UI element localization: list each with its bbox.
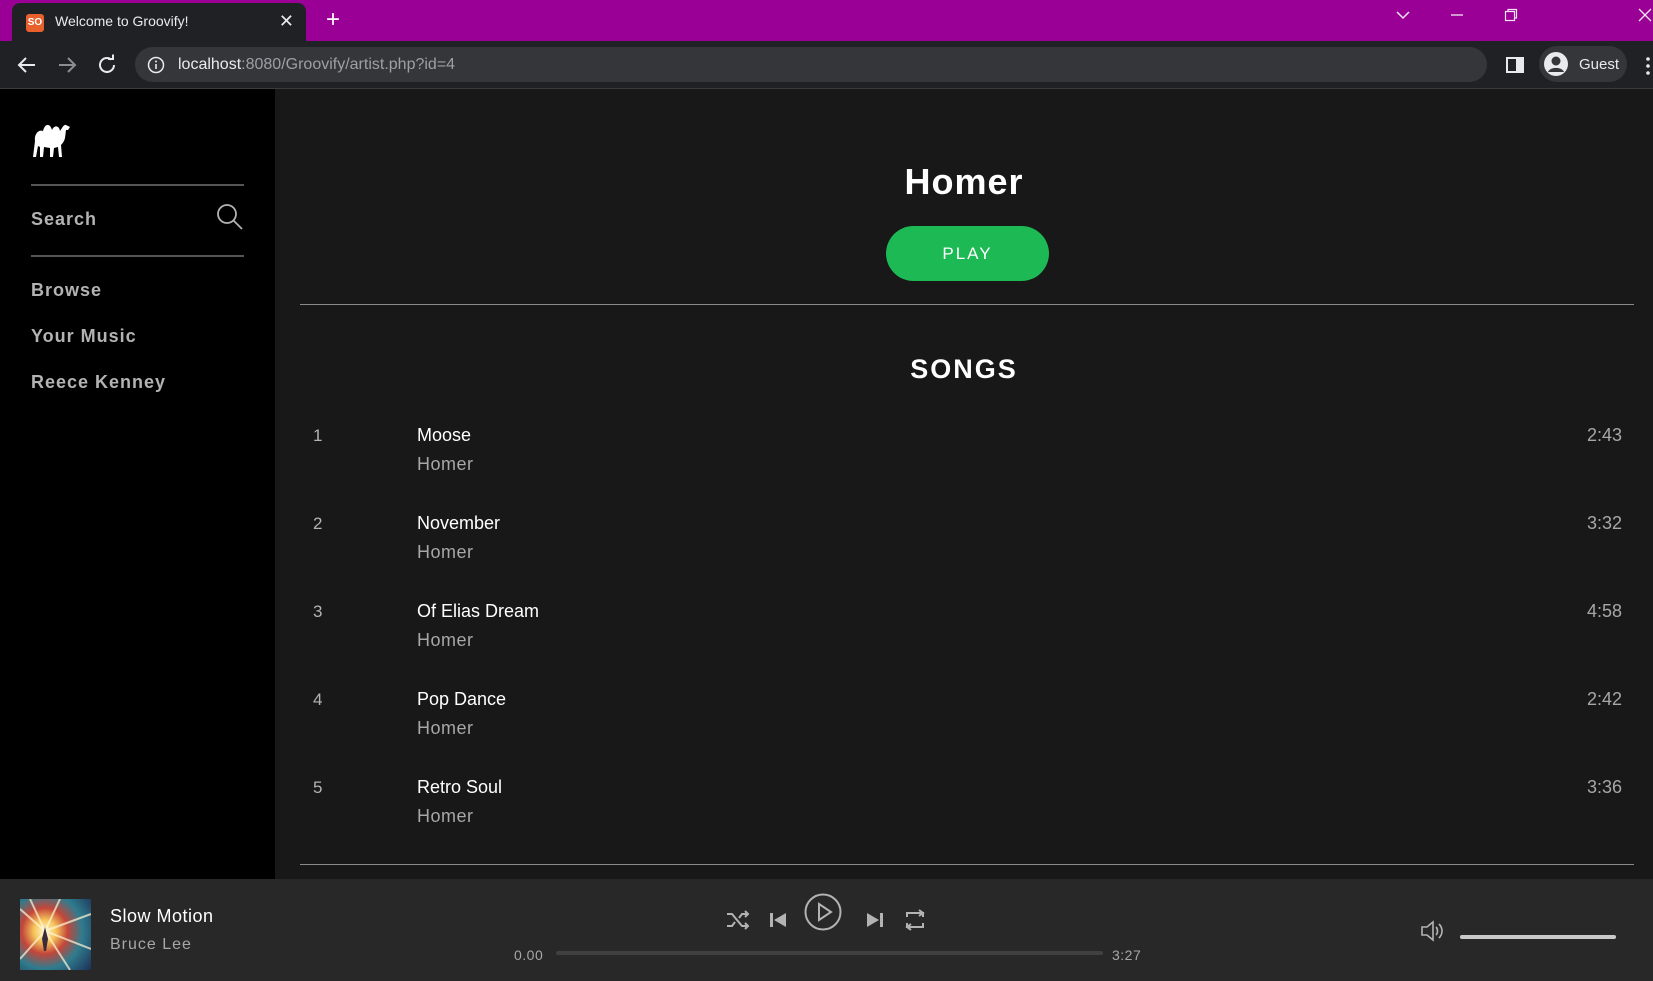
track-title[interactable]: Retro Soul <box>417 777 502 798</box>
track-number: 5 <box>313 778 323 797</box>
back-arrow-icon[interactable] <box>15 53 39 77</box>
browser-toolbar: localhost:8080/Groovify/artist.php?id=4 … <box>0 41 1653 89</box>
profile-button[interactable]: Guest <box>1539 46 1627 82</box>
track-artist: Homer <box>417 718 474 738</box>
reload-icon[interactable] <box>95 53 119 77</box>
sidebar-item-your-music[interactable]: Your Music <box>31 326 137 347</box>
section-divider <box>300 304 1634 305</box>
album-artwork[interactable] <box>20 899 91 970</box>
artist-name: Homer <box>904 161 1024 202</box>
track-row[interactable]: 5 Retro Soul Homer 3:36 <box>300 774 1634 850</box>
close-window-icon[interactable] <box>1636 6 1653 29</box>
track-duration: 2:42 <box>1586 689 1622 709</box>
url-host: localhost <box>178 56 242 73</box>
now-playing-artist[interactable]: Bruce Lee <box>110 936 192 954</box>
play-artist-button[interactable]: PLAY <box>886 226 1049 281</box>
track-number: 1 <box>313 426 323 445</box>
track-title[interactable]: November <box>417 513 500 534</box>
browser-titlebar: SO Welcome to Groovify! ✕ + <box>0 0 1653 41</box>
now-playing-bar: Slow Motion Bruce Lee 0.00 3:27 <box>0 879 1653 981</box>
sidebar-divider <box>31 255 244 257</box>
track-artist: Homer <box>417 454 474 474</box>
track-artist: Homer <box>417 542 474 562</box>
section-divider <box>300 864 1634 865</box>
track-duration: 3:32 <box>1586 513 1622 533</box>
minimize-window-icon[interactable] <box>1448 6 1466 29</box>
profile-name: Guest <box>1579 56 1620 73</box>
site-info-icon[interactable] <box>147 56 165 74</box>
track-duration: 3:36 <box>1586 777 1622 797</box>
songs-heading: SONGS <box>910 354 1018 384</box>
url-text: localhost:8080/Groovify/artist.php?id=4 <box>178 56 455 74</box>
side-panel-icon[interactable] <box>1505 55 1525 75</box>
track-number: 2 <box>313 514 323 533</box>
volume-slider[interactable] <box>1460 935 1616 939</box>
avatar-icon <box>1543 51 1569 77</box>
sidebar: Search Browse Your Music Reece Kenney <box>0 89 275 879</box>
play-icon[interactable] <box>804 893 842 931</box>
track-duration: 4:58 <box>1586 601 1622 621</box>
sidebar-item-profile[interactable]: Reece Kenney <box>31 372 166 393</box>
track-title[interactable]: Moose <box>417 425 471 446</box>
current-time: 0.00 <box>514 947 544 963</box>
tab-search-icon[interactable] <box>1394 6 1412 29</box>
browser-menu-icon[interactable] <box>1643 56 1653 76</box>
volume-fill <box>1460 935 1616 939</box>
track-title[interactable]: Pop Dance <box>417 689 506 710</box>
main-content: Homer PLAY SONGS 1 Moose Homer 2:43 2 No… <box>275 89 1653 879</box>
volume-icon[interactable] <box>1419 918 1445 944</box>
search-nav[interactable]: Search <box>31 204 244 247</box>
sidebar-divider <box>31 184 244 186</box>
new-tab-button[interactable]: + <box>326 7 340 33</box>
previous-track-icon[interactable] <box>765 907 791 933</box>
track-row[interactable]: 2 November Homer 3:32 <box>300 510 1634 586</box>
track-number: 4 <box>313 690 323 709</box>
shuffle-icon[interactable] <box>725 907 751 933</box>
restore-window-icon[interactable] <box>1502 6 1520 29</box>
track-artist: Homer <box>417 630 474 650</box>
sidebar-item-browse[interactable]: Browse <box>31 280 102 301</box>
browser-tab[interactable]: SO Welcome to Groovify! ✕ <box>12 3 306 41</box>
search-label: Search <box>31 209 98 229</box>
track-title[interactable]: Of Elias Dream <box>417 601 539 622</box>
repeat-icon[interactable] <box>902 907 928 933</box>
address-bar[interactable]: localhost:8080/Groovify/artist.php?id=4 <box>135 47 1487 82</box>
track-row[interactable]: 1 Moose Homer 2:43 <box>300 422 1634 498</box>
search-icon[interactable] <box>216 203 244 231</box>
camel-logo-icon[interactable] <box>30 119 72 159</box>
track-duration: 2:43 <box>1586 425 1622 445</box>
progress-bar[interactable] <box>556 951 1103 955</box>
next-track-icon[interactable] <box>862 907 888 933</box>
track-row[interactable]: 3 Of Elias Dream Homer 4:58 <box>300 598 1634 674</box>
forward-arrow-icon[interactable] <box>55 53 79 77</box>
tab-close-icon[interactable]: ✕ <box>279 11 294 31</box>
now-playing-title[interactable]: Slow Motion <box>110 906 214 927</box>
url-path: :8080/Groovify/artist.php?id=4 <box>241 56 456 73</box>
track-row[interactable]: 4 Pop Dance Homer 2:42 <box>300 686 1634 762</box>
tab-title: Welcome to Groovify! <box>55 13 189 29</box>
track-number: 3 <box>313 602 323 621</box>
track-artist: Homer <box>417 806 474 826</box>
total-time: 3:27 <box>1112 947 1142 963</box>
tab-favicon-icon: SO <box>26 14 44 32</box>
